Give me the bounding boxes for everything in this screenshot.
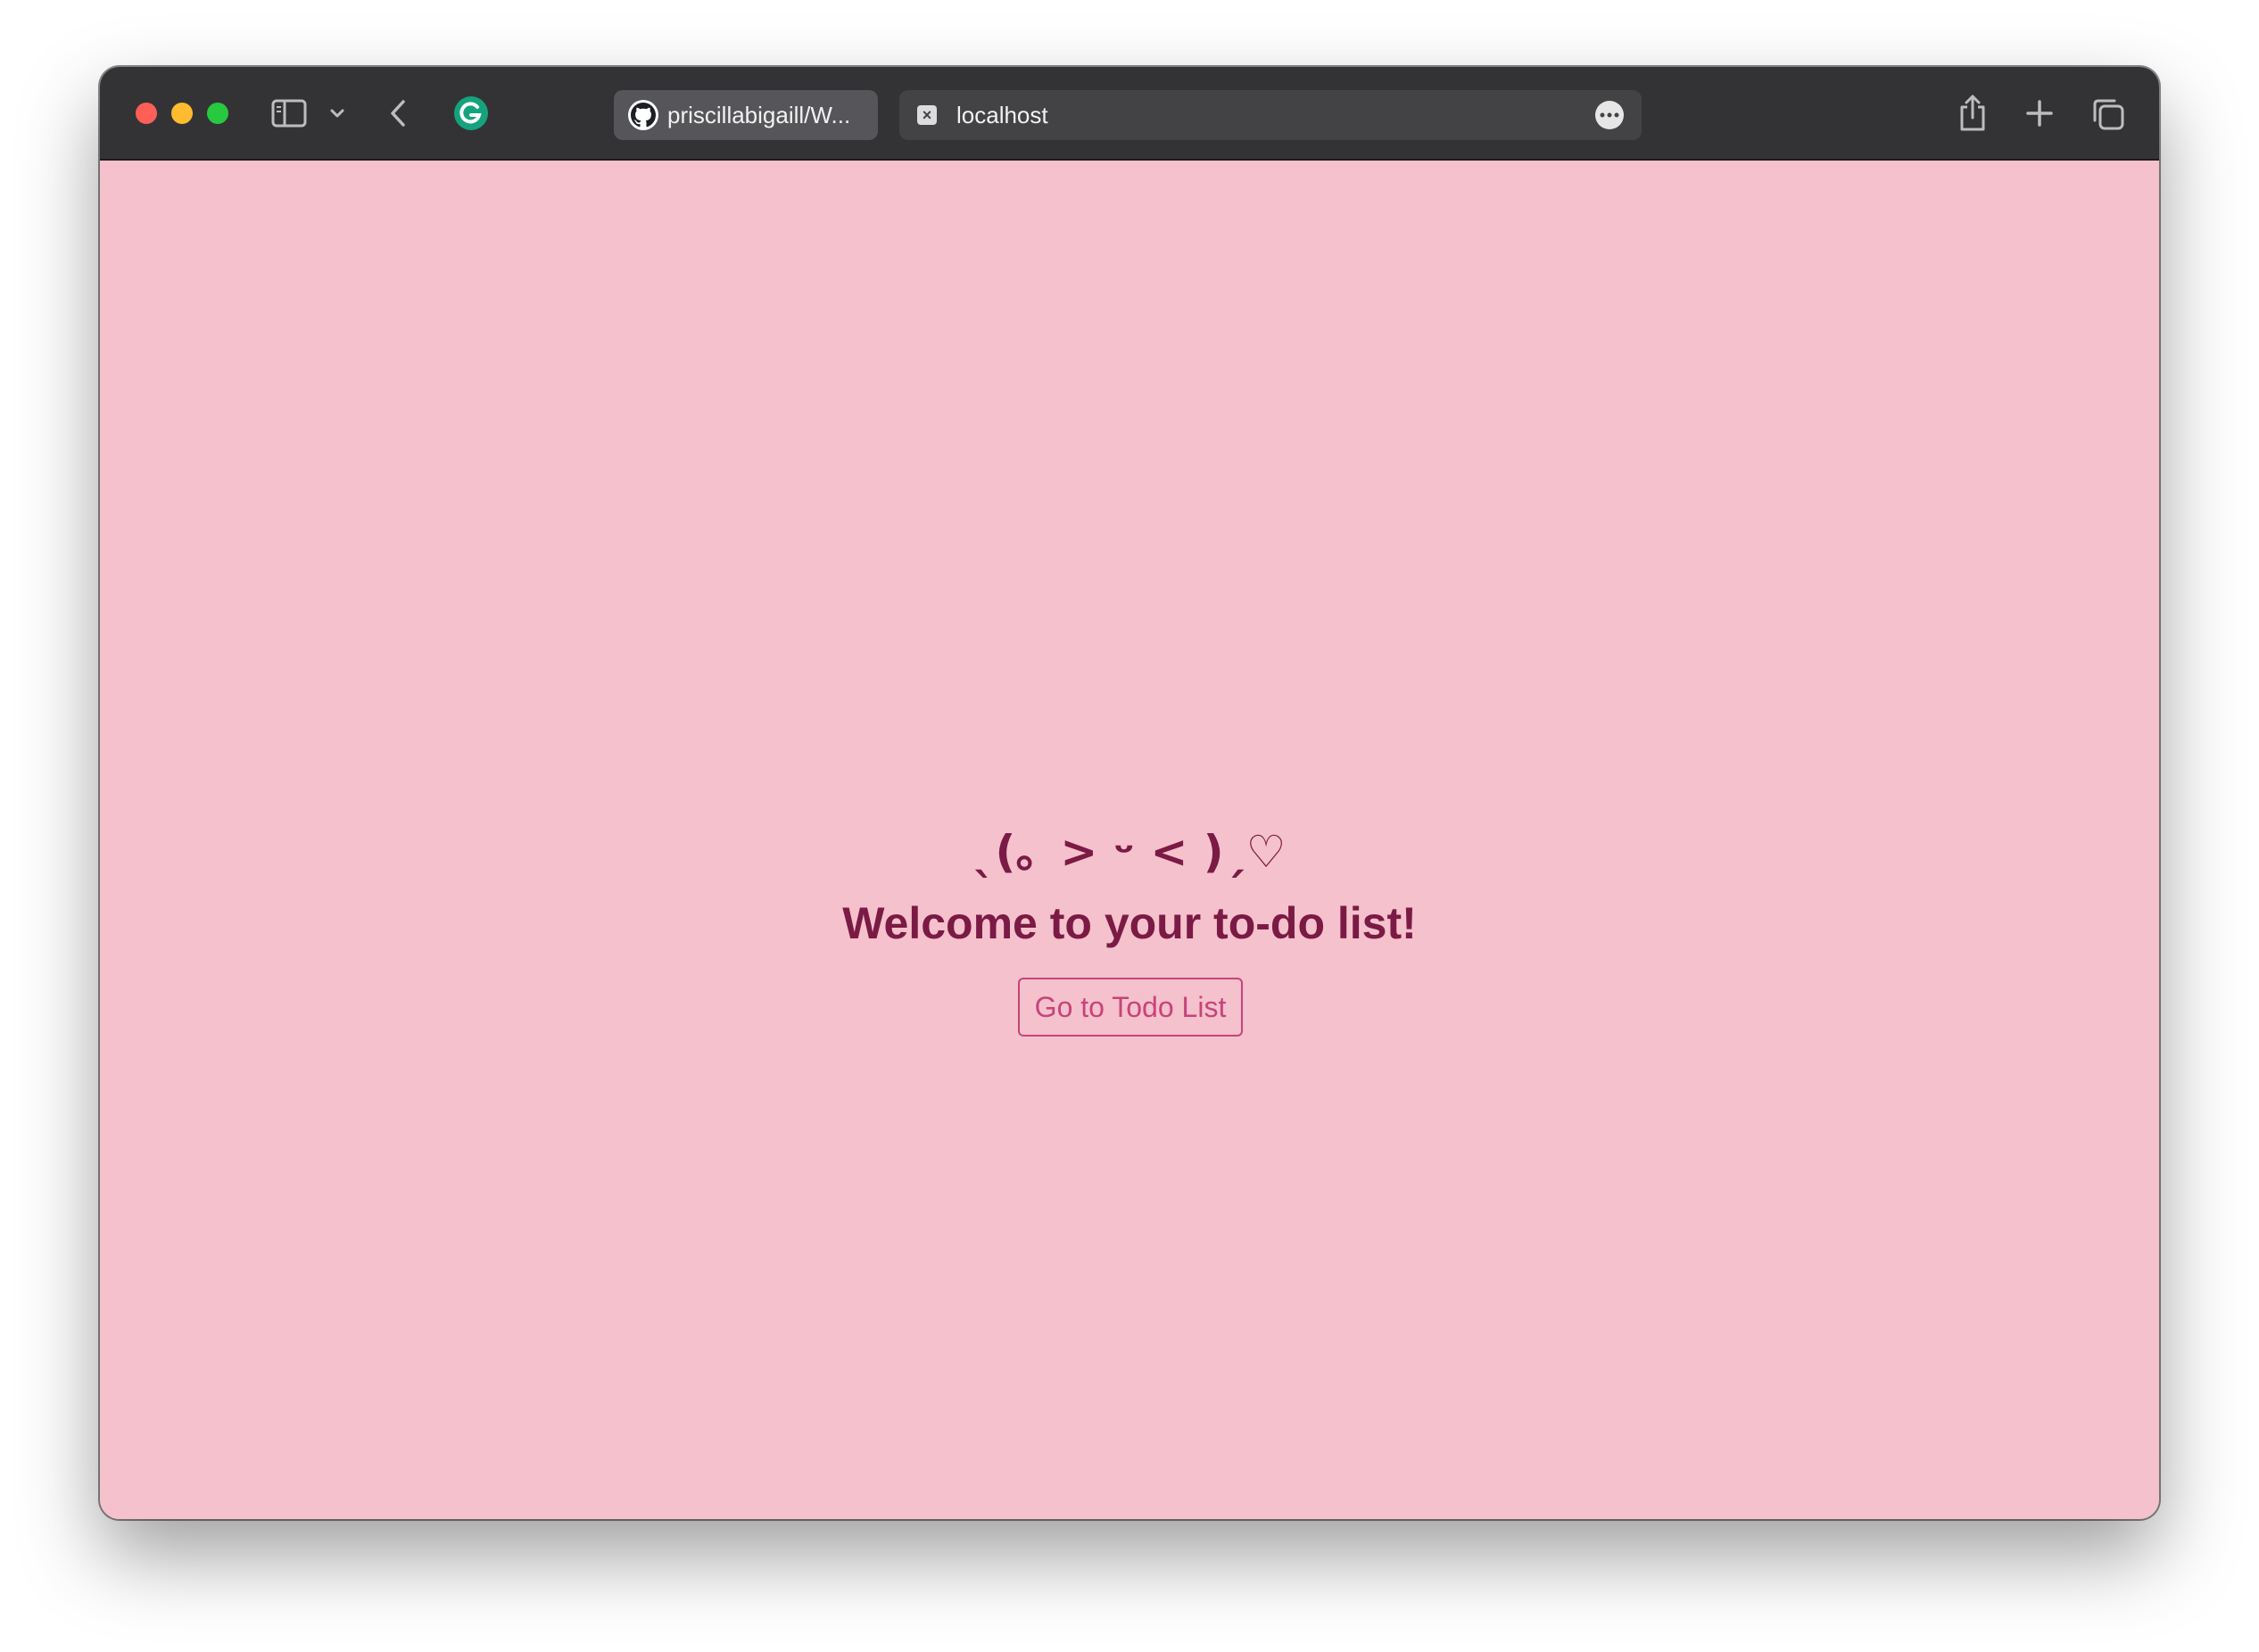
github-icon: [628, 100, 658, 130]
tab-github[interactable]: priscillabigaill/W...: [614, 90, 878, 140]
tab-label: localhost: [956, 101, 1048, 128]
back-arrow-icon[interactable]: [387, 97, 409, 129]
new-tab-plus-icon[interactable]: [2025, 99, 2054, 128]
go-to-todo-list-button[interactable]: Go to Todo List: [1018, 978, 1243, 1037]
page-content: ˎ(。> ᵕ < )ˏ♡ Welcome to your to-do list!…: [100, 161, 2159, 1519]
kaomoji-text: ˎ(。> ᵕ < )ˏ♡: [972, 826, 1287, 878]
tab-overview-icon[interactable]: [2091, 97, 2125, 131]
browser-window: priscillabigaill/W... × localhost ˎ(。> ᵕ…: [100, 67, 2159, 1519]
more-icon[interactable]: [1595, 101, 1624, 129]
chevron-down-icon[interactable]: [328, 104, 346, 122]
close-tab-icon[interactable]: ×: [917, 105, 937, 125]
zoom-window-button[interactable]: [207, 103, 228, 124]
close-window-button[interactable]: [136, 103, 157, 124]
share-icon[interactable]: [1957, 92, 1988, 133]
grammarly-icon[interactable]: [453, 95, 489, 131]
minimize-window-button[interactable]: [171, 103, 193, 124]
page-title: Welcome to your to-do list!: [842, 898, 1417, 948]
browser-toolbar: priscillabigaill/W... × localhost: [100, 67, 2159, 161]
tab-localhost[interactable]: × localhost: [899, 90, 1642, 140]
sidebar-icon[interactable]: [271, 97, 307, 129]
tab-label: priscillabigaill/W...: [667, 101, 851, 128]
